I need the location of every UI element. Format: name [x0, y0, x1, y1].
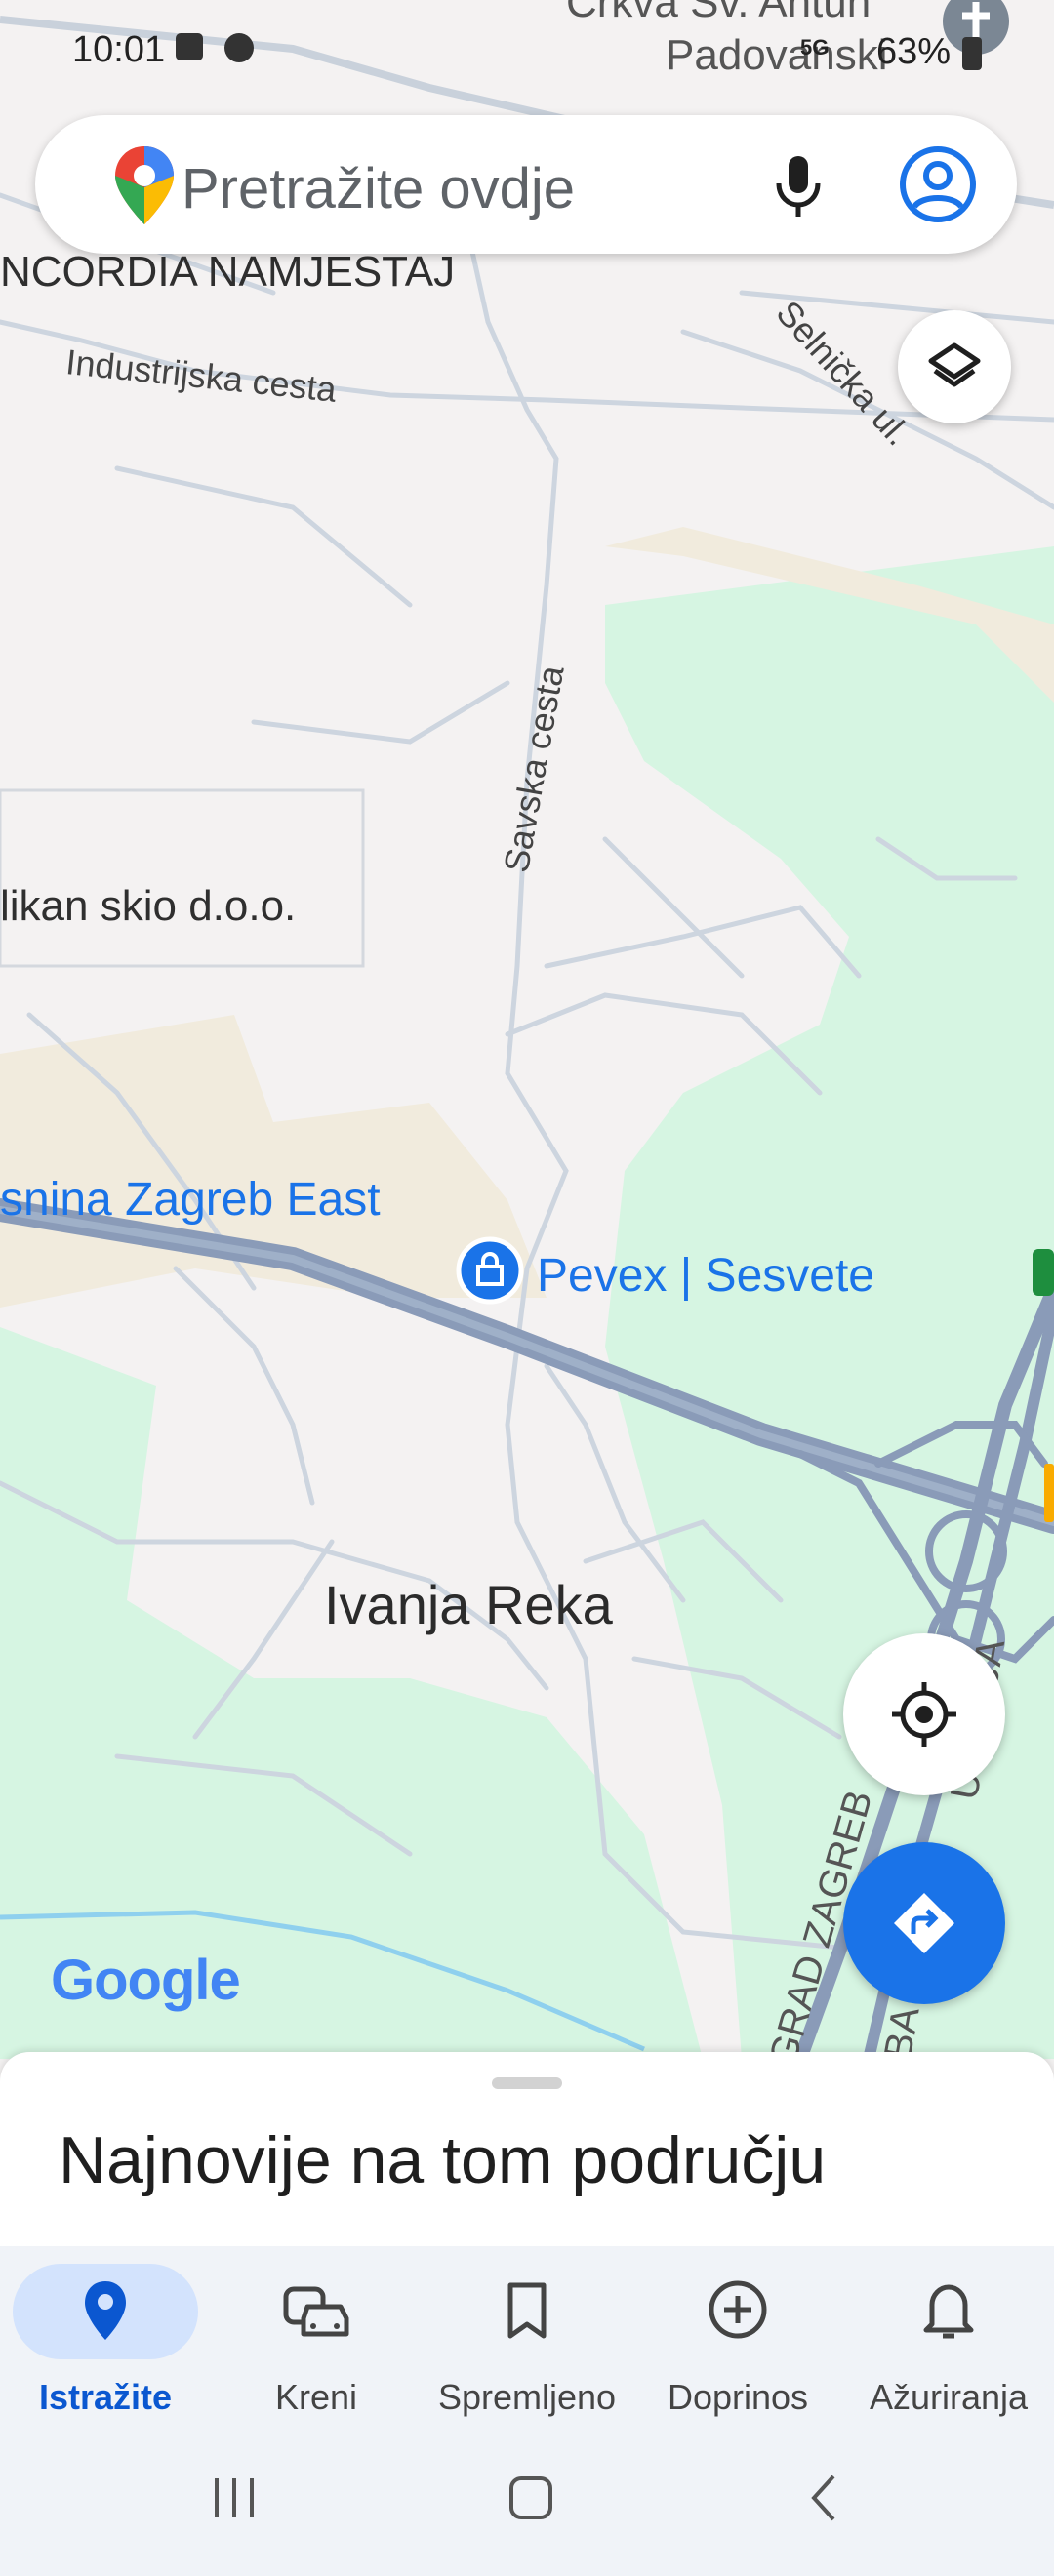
nav-item-explore[interactable]: Istražite — [0, 2264, 211, 2420]
bell-icon — [923, 2284, 974, 2339]
add-circle-icon — [709, 2280, 767, 2339]
battery-icon — [962, 37, 982, 70]
my-location-icon — [892, 1682, 956, 1747]
nav-icon-container — [645, 2264, 831, 2359]
label-company-concordia[interactable]: NCORDIA NAMJESTAJ — [0, 248, 455, 297]
nav-label-updates: Ažuriranja — [869, 2377, 1029, 2417]
label-church-line1[interactable]: Crkva Sv. Antun — [566, 0, 871, 27]
label-store-pevex[interactable]: Pevex | Sesvete — [537, 1249, 874, 1303]
block-outline — [0, 788, 365, 968]
directions-button[interactable] — [843, 1842, 1005, 2004]
nav-label-contribute: Doprinos — [667, 2377, 809, 2417]
recent-apps-icon[interactable] — [205, 2469, 264, 2527]
bookmark-icon — [507, 2282, 547, 2339]
label-hotel-zagreb-east[interactable]: snina Zagreb East — [0, 1173, 381, 1227]
nav-icon-container — [856, 2264, 1041, 2359]
label-road-ba: BA — [876, 2003, 928, 2059]
label-company-skio[interactable]: likan skio d.o.o. — [0, 882, 296, 931]
maps-logo-icon — [115, 146, 174, 224]
store-pin-icon — [456, 1236, 524, 1305]
commute-icon — [283, 2286, 349, 2337]
google-logo: Google — [51, 1949, 241, 2012]
battery-percent: 63% — [876, 31, 952, 72]
layers-icon — [928, 342, 981, 387]
notification-icon — [176, 33, 203, 60]
label-place-ivanja-reka[interactable]: Ivanja Reka — [324, 1573, 613, 1636]
nav-label-commute: Kreni — [274, 2377, 358, 2417]
network-badge: 5G — [800, 35, 830, 60]
facebook-icon — [224, 33, 254, 62]
layers-button[interactable] — [898, 310, 1011, 423]
nav-item-contribute[interactable]: Doprinos — [632, 2264, 843, 2420]
home-icon[interactable] — [502, 2469, 560, 2527]
nav-item-saved[interactable]: Spremljeno — [422, 2264, 632, 2420]
account-icon[interactable] — [898, 144, 978, 224]
nav-icon-container — [434, 2264, 620, 2359]
status-bar: 10:01 5G 63% — [0, 29, 1054, 88]
nav-icon-container — [13, 2264, 198, 2359]
explore-pin-icon — [85, 2281, 126, 2340]
search-input[interactable]: Pretražite ovdje — [182, 156, 575, 221]
search-bar[interactable]: Pretražite ovdje — [35, 115, 1017, 254]
directions-icon — [894, 1893, 954, 1953]
nav-label-saved: Spremljeno — [437, 2377, 617, 2417]
nav-label-explore: Istražite — [38, 2377, 173, 2417]
nav-icon-container — [223, 2264, 409, 2359]
sheet-drag-handle[interactable] — [492, 2077, 562, 2089]
poi-edge-marker — [1033, 1249, 1054, 1296]
sheet-title: Najnovije na tom području — [59, 2123, 827, 2197]
bottom-sheet[interactable]: Najnovije na tom području — [0, 2052, 1054, 2247]
status-time: 10:01 — [72, 29, 166, 70]
poi-edge-marker-2 — [1044, 1464, 1054, 1522]
nav-item-commute[interactable]: Kreni — [211, 2264, 422, 2420]
my-location-button[interactable] — [843, 1633, 1005, 1795]
back-icon[interactable] — [796, 2469, 855, 2527]
nav-item-updates[interactable]: Ažuriranja — [843, 2264, 1054, 2420]
mic-icon[interactable] — [775, 154, 822, 219]
